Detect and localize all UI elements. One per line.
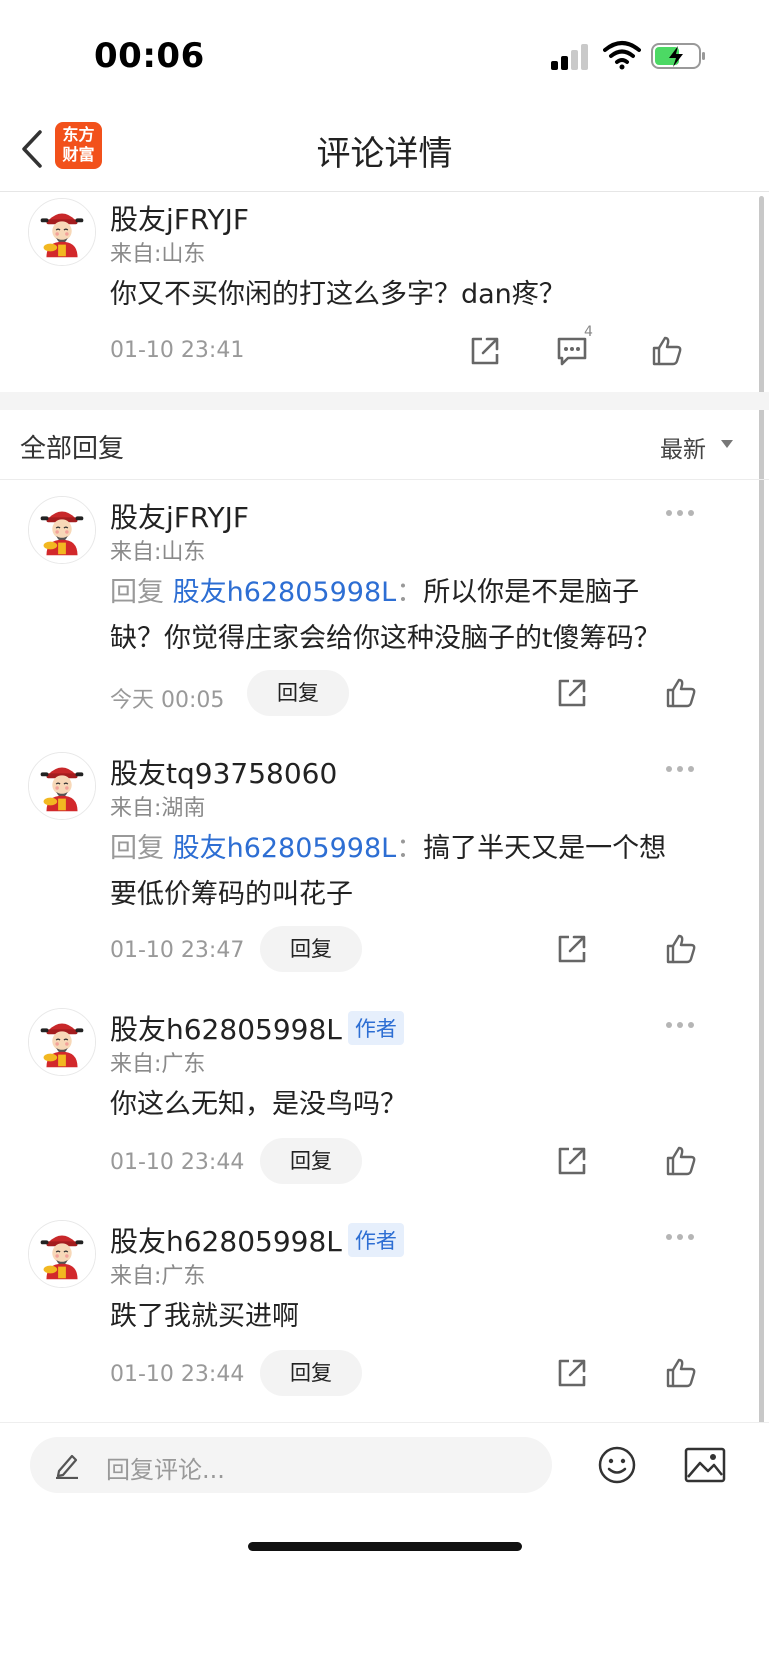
- location: 来自:山东: [110, 242, 206, 267]
- like-icon[interactable]: [664, 1356, 698, 1390]
- more-icon[interactable]: [666, 766, 698, 774]
- comment-count: 4: [584, 324, 593, 340]
- username[interactable]: 股友h62805998L 作者: [110, 1008, 404, 1048]
- avatar[interactable]: [28, 1220, 96, 1288]
- reply-item: 股友h62805998L 作者 来自:广东 你这么无知，是没鸟吗？ 01-10 2…: [0, 1006, 760, 1212]
- username[interactable]: 股友tq93758060: [110, 752, 337, 792]
- avatar[interactable]: [28, 496, 96, 564]
- like-icon[interactable]: [664, 1144, 698, 1178]
- reply-colon: ：: [396, 833, 424, 864]
- more-icon[interactable]: [666, 1234, 698, 1242]
- cellular-signal-icon: [551, 44, 591, 70]
- reply-time: 01-10 23:44: [110, 1362, 245, 1387]
- username[interactable]: 股友h62805998L 作者: [110, 1220, 404, 1260]
- like-icon[interactable]: [664, 932, 698, 966]
- reply-time: 今天 00:05: [110, 688, 225, 713]
- username[interactable]: 股友jFRYJF: [110, 198, 249, 238]
- reply-button[interactable]: 回复: [260, 1350, 362, 1396]
- reply-target-link[interactable]: 股友h62805998L: [173, 833, 397, 864]
- reply-text-line-1: 搞了半天又是一个想: [423, 833, 667, 864]
- reply-text: 跌了我就买进啊: [110, 1301, 299, 1332]
- more-icon[interactable]: [666, 1022, 698, 1030]
- reply-time: 01-10 23:44: [110, 1150, 245, 1175]
- avatar[interactable]: [28, 752, 96, 820]
- reply-input[interactable]: 回复评论...: [30, 1437, 552, 1493]
- reply-item: 股友jFRYJF 来自:山东 回复 股友h62805998L：所以你是不是脑子 …: [0, 494, 760, 744]
- wifi-icon: [603, 41, 641, 70]
- replies-section-title: 全部回复: [20, 434, 125, 464]
- share-icon[interactable]: [555, 676, 589, 710]
- username-text[interactable]: 股友h62805998L: [110, 1225, 342, 1258]
- battery-icon: [651, 43, 705, 69]
- share-icon[interactable]: [555, 1356, 589, 1390]
- reply-prefix: 回复: [110, 577, 164, 608]
- reply-placeholder: 回复评论...: [106, 1456, 225, 1484]
- username-text[interactable]: 股友h62805998L: [110, 1013, 342, 1046]
- page-title: 评论详情: [316, 134, 453, 174]
- author-badge: 作者: [347, 1223, 404, 1257]
- reply-text: 你这么无知，是没鸟吗？: [110, 1089, 407, 1120]
- avatar[interactable]: [28, 198, 96, 266]
- caret-down-icon[interactable]: [721, 440, 733, 448]
- share-icon[interactable]: [468, 334, 502, 368]
- reply-time: 01-10 23:47: [110, 938, 245, 963]
- reply-colon: ：: [396, 577, 424, 608]
- like-icon[interactable]: [664, 676, 698, 710]
- image-icon[interactable]: [684, 1447, 726, 1483]
- reply-text-line-2: 缺？你觉得庄家会给你这种没脑子的t傻筹码？: [110, 623, 661, 654]
- reply-button[interactable]: 回复: [260, 1138, 362, 1184]
- author-badge: 作者: [347, 1011, 404, 1045]
- sort-dropdown[interactable]: 最新: [660, 430, 706, 464]
- reply-target-link[interactable]: 股友h62805998L: [173, 577, 397, 608]
- nav-header: 东方 财富 评论详情: [0, 110, 769, 192]
- more-icon[interactable]: [666, 510, 698, 518]
- reply-button[interactable]: 回复: [260, 926, 362, 972]
- home-indicator: [248, 1542, 522, 1551]
- section-divider: [0, 392, 769, 410]
- reply-item: 股友tq93758060 来自:湖南 回复 股友h62805998L：搞了半天又…: [0, 750, 760, 1000]
- share-icon[interactable]: [555, 1144, 589, 1178]
- location: 来自:山东: [110, 540, 206, 565]
- comment-text: 你又不买你闲的打这么多字？dan疼？: [110, 279, 566, 310]
- reply-text-line-2: 要低价筹码的叫花子: [110, 879, 353, 910]
- pencil-icon: [56, 1454, 78, 1479]
- reply-item: 股友h62805998L 作者 来自:广东 跌了我就买进啊 01-10 23:44…: [0, 1218, 760, 1418]
- status-time: 00:06: [94, 36, 205, 76]
- status-bar: 00:06: [0, 0, 769, 110]
- username[interactable]: 股友jFRYJF: [110, 496, 249, 536]
- reply-text: 回复 股友h62805998L：搞了半天又是一个想 要低价筹码的叫花子: [110, 826, 700, 918]
- reply-button[interactable]: 回复: [247, 670, 349, 716]
- replies-section-header: 全部回复 最新: [0, 410, 769, 480]
- avatar[interactable]: [28, 1008, 96, 1076]
- main-comment: 股友jFRYJF 来自:山东 你又不买你闲的打这么多字？dan疼？ 01-10 …: [0, 196, 760, 392]
- location: 来自:湖南: [110, 796, 206, 821]
- share-icon[interactable]: [555, 932, 589, 966]
- emoji-icon[interactable]: [597, 1445, 637, 1485]
- location: 来自:广东: [110, 1052, 206, 1077]
- comment-time: 01-10 23:41: [110, 338, 245, 363]
- reply-text-line-1: 所以你是不是脑子: [423, 577, 640, 608]
- like-icon[interactable]: [650, 334, 684, 368]
- reply-prefix: 回复: [110, 833, 164, 864]
- location: 来自:广东: [110, 1264, 206, 1289]
- reply-text: 回复 股友h62805998L：所以你是不是脑子 缺？你觉得庄家会给你这种没脑子…: [110, 570, 700, 662]
